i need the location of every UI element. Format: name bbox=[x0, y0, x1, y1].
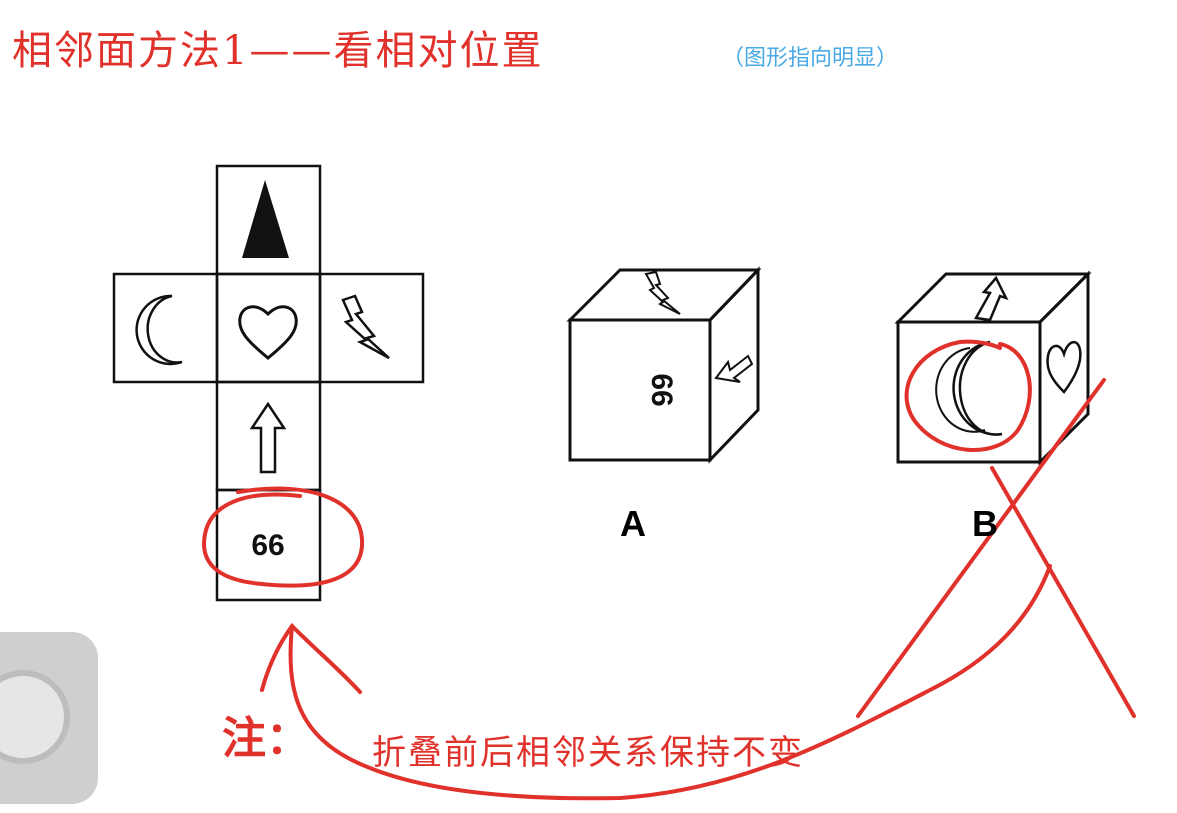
cube-a-top-bolt-icon bbox=[644, 270, 681, 315]
net-face-below bbox=[215, 380, 322, 492]
option-a-label: A bbox=[620, 503, 646, 544]
cube-b-moon-icon bbox=[952, 340, 1003, 436]
note-body: 折叠前后相邻关系保持不变 bbox=[372, 733, 804, 773]
assistive-button-ring-icon bbox=[0, 670, 70, 764]
lightning-bolt-icon bbox=[341, 294, 390, 360]
annotation-cross-line-2 bbox=[990, 466, 1136, 718]
net-face-left bbox=[112, 272, 219, 384]
diagram-canvas: 66 66 A B bbox=[112, 164, 1136, 801]
floating-assistive-button[interactable] bbox=[0, 632, 98, 804]
net-bottom-text: 66 bbox=[251, 529, 284, 562]
cube-b-heart-icon bbox=[1046, 341, 1082, 394]
cube-a bbox=[566, 266, 762, 464]
annotation-arrowhead bbox=[260, 622, 362, 694]
note-heading: 注： bbox=[222, 713, 310, 764]
triangle-icon bbox=[242, 180, 289, 258]
cube-b-top-arrow-icon bbox=[974, 275, 1009, 322]
net-face-right bbox=[318, 272, 425, 384]
cube-a-front-text: 66 bbox=[645, 373, 678, 406]
heart-icon bbox=[238, 305, 298, 360]
option-b-label: B bbox=[972, 503, 998, 544]
crescent-moon-icon bbox=[135, 294, 183, 366]
up-arrow-icon bbox=[249, 401, 287, 474]
net-face-center bbox=[215, 272, 322, 384]
cube-a-side-arrow-icon bbox=[714, 354, 754, 383]
